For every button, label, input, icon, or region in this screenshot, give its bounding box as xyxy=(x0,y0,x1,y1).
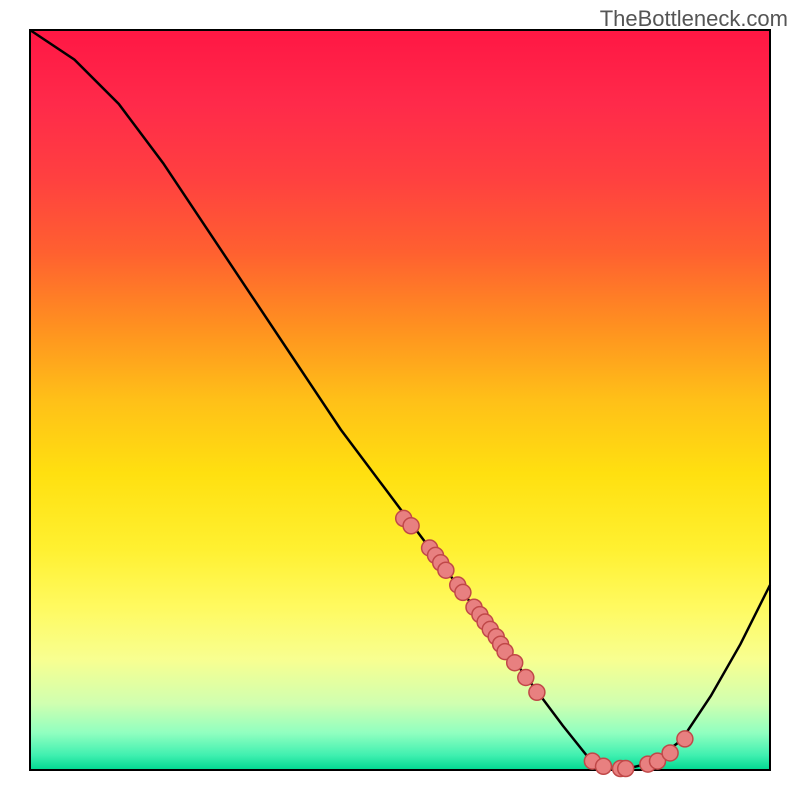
sample-point xyxy=(455,584,471,600)
sample-point xyxy=(403,518,419,534)
bottleneck-chart xyxy=(0,0,800,800)
sample-point xyxy=(596,758,612,774)
sample-point xyxy=(507,655,523,671)
sample-point xyxy=(518,670,534,686)
sample-point xyxy=(662,745,678,761)
plot-background xyxy=(30,30,770,770)
sample-point xyxy=(677,731,693,747)
sample-point xyxy=(529,684,545,700)
sample-point xyxy=(438,562,454,578)
watermark-text: TheBottleneck.com xyxy=(600,6,788,32)
chart-container: TheBottleneck.com xyxy=(0,0,800,800)
sample-point xyxy=(618,761,634,777)
